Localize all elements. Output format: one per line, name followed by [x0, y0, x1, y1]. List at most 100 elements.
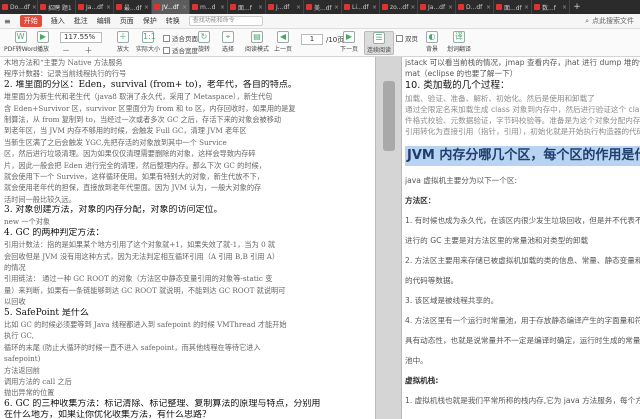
pdf-to-word-button[interactable]: W PDF转Word [4, 31, 37, 53]
body-line: 进行的 GC 主要是对方法区里的常量池和对类型的卸载 [405, 236, 589, 245]
close-icon[interactable]: × [144, 4, 149, 11]
background-icon: ◐ [426, 31, 438, 43]
right-document-page: jstack 可以看当前栈的情况，jmap 查看内存，jhat 进行 dump … [402, 57, 640, 419]
close-icon[interactable]: × [106, 4, 111, 11]
scrollbar-thumb[interactable] [383, 81, 395, 151]
new-tab-icon[interactable]: + [570, 0, 584, 14]
tab-label: zo...df [390, 3, 409, 11]
play-button[interactable]: ▶ 播放 [37, 31, 49, 53]
actual-size-button[interactable]: 1:1 实际大小 [136, 31, 160, 53]
pdf-file-icon [2, 4, 8, 10]
document-tab[interactable]: 招聘 题1× [38, 0, 76, 14]
close-icon[interactable]: × [32, 4, 37, 11]
fit-width-toggle[interactable]: 适合宽度 [163, 45, 198, 55]
tab-label: Li...df [352, 3, 369, 11]
close-icon[interactable]: × [334, 4, 339, 11]
document-tab[interactable]: 最...df × [114, 0, 152, 14]
tab-label: Ja...df [428, 3, 446, 11]
document-tab[interactable]: 数...f × [532, 0, 570, 14]
page-number-input[interactable]: 1 [301, 34, 323, 45]
right-top-line: jstack 可以看当前栈的情况，jmap 查看内存，jhat 进行 dump … [405, 58, 640, 67]
document-tab[interactable]: 面...df × [494, 0, 532, 14]
body-subheading: 方法区： [405, 196, 436, 205]
fit-page-toggle[interactable]: 适合页面 [163, 33, 198, 43]
doc-line: 活时间一般比较久远。 [4, 194, 76, 204]
document-tab[interactable]: JV...df × [152, 0, 190, 14]
tab-label: J...df [276, 3, 290, 11]
menu-convert[interactable]: 转换 [166, 16, 180, 26]
menu-page[interactable]: 页面 [120, 16, 134, 26]
body-subheading: 虚拟机栈: [405, 376, 439, 385]
pdf-file-icon [496, 4, 502, 10]
document-tab[interactable]: 美...df × [304, 0, 342, 14]
close-icon[interactable]: × [448, 4, 453, 11]
menu-start[interactable]: 开始 [19, 15, 42, 27]
menu-comment[interactable]: 批注 [74, 16, 88, 26]
close-icon[interactable]: × [220, 4, 225, 11]
doc-heading: 5. SafePoint 是什么 [4, 307, 89, 318]
fit-width-icon [163, 46, 170, 54]
close-icon[interactable]: × [296, 4, 301, 11]
doc-line: 木地方法和“主要为 Native 方法服务 [4, 58, 123, 67]
toolbar: W PDF转Word ▶ 播放 117.55% － ＋ ＋ 放大 1:1 实际大… [0, 29, 640, 57]
menu-icon[interactable]: ≡ [4, 17, 11, 26]
next-page-icon: ▶ [343, 31, 355, 43]
body-line: 1. 虚拟机栈也就是我们平常所称的栈内存,它为 java 方法服务，每个方法在 [405, 396, 640, 405]
pdf-file-icon [306, 4, 312, 10]
tab-label: 招聘 题1 [48, 4, 72, 12]
zoom-in-icon: ＋ [117, 31, 129, 43]
document-tab[interactable]: Ja...df × [418, 0, 456, 14]
close-icon[interactable]: × [372, 4, 377, 11]
doc-line: 循环的末尾 (防止大循环的时候一直不进入 safepoint，而其他线程在等待它… [4, 342, 261, 352]
continuous-read-button[interactable]: ☰ 连续阅读 [364, 31, 395, 55]
close-icon[interactable]: × [486, 4, 491, 11]
doc-heading: 3. 对象创建方法，对象的内存分配，对象的访问定位。 [4, 205, 223, 216]
select-button[interactable]: ⌖ 选择 [222, 31, 234, 53]
search-file-icon[interactable]: ⌕ [585, 17, 589, 26]
search-input[interactable]: 查找功能和命令 [188, 16, 263, 26]
menu-protect[interactable]: 保护 [143, 16, 157, 26]
document-tab[interactable]: Ja...df × [76, 0, 114, 14]
zoom-input[interactable]: 117.55% [60, 32, 102, 43]
zoom-stepper[interactable]: － ＋ [62, 45, 99, 56]
body-line: 具有动态性，也就是说常量并不一定是编译时确定，运行时生成的常量也会 [405, 336, 640, 345]
doc-line: 方法返回前 [4, 365, 40, 375]
double-page-toggle[interactable]: 双页 [396, 33, 418, 43]
tab-label: 面...df [504, 4, 522, 12]
doc-line: 制算法，从 from 复制到 to，当经过一次或者多次 GC 之后，存活下来的对… [4, 114, 282, 124]
close-icon[interactable]: × [258, 4, 263, 11]
highlighted-heading[interactable]: JVM 内存分哪几个区，每个区的作用是什么？ [405, 146, 640, 166]
right-top-line: mat（eclipse 的也要了解一下） [405, 69, 518, 78]
left-document-page: 木地方法和“主要为 Native 方法服务 程序计数器：记录当前线程执行的行号 2.… [0, 57, 375, 419]
document-tab[interactable]: Li...df × [342, 0, 380, 14]
play-icon: ▶ [37, 31, 49, 43]
enlarge-button[interactable]: ＋ 放大 [117, 31, 129, 53]
document-tab[interactable]: zo...df × [380, 0, 418, 14]
doc-line: 就会使用老年代的担保，直接放到老年代里面。因为 JVM 认为，一般大对象的存 [4, 183, 262, 193]
document-tab[interactable]: D...df × [456, 0, 494, 14]
close-icon[interactable]: × [410, 4, 415, 11]
doc-line: 以回收 [4, 297, 26, 307]
previous-page-icon: ◀ [277, 31, 289, 43]
menu-insert[interactable]: 插入 [51, 16, 65, 26]
tab-label: Do...df [10, 3, 30, 11]
close-icon[interactable]: × [562, 4, 567, 11]
close-icon[interactable]: × [524, 4, 529, 11]
background-button[interactable]: ◐ 背景 [426, 31, 438, 53]
previous-page-button[interactable]: ◀ 上一页 [274, 31, 292, 53]
document-tab[interactable]: m...d × [190, 0, 228, 14]
rotate-button[interactable]: ↻ 旋转 [198, 31, 210, 53]
document-tab[interactable]: 面...f × [228, 0, 266, 14]
document-tab[interactable]: Do...df × [0, 0, 38, 14]
menu-edit[interactable]: 编辑 [97, 16, 111, 26]
search-file-label[interactable]: 点此搜索文件 [592, 16, 634, 26]
section-line: 引用转化为直接引用（指针，引用），初始化就是开始执行构造器的代码 [405, 127, 640, 136]
read-mode-button[interactable]: ▤ 阅读模式 [245, 31, 269, 53]
pdf-file-icon [344, 4, 350, 10]
translate-button[interactable]: 译 划词翻译 [447, 31, 471, 53]
doc-line: 就会使用下一个 Survive，这样循环使用。如果有特别大的对象，新生代放不下， [4, 171, 264, 181]
next-page-button[interactable]: ▶ 下一页 [340, 31, 358, 53]
document-tab[interactable]: J...df × [266, 0, 304, 14]
close-icon[interactable]: × [182, 4, 187, 11]
pdf-file-icon [268, 4, 274, 10]
